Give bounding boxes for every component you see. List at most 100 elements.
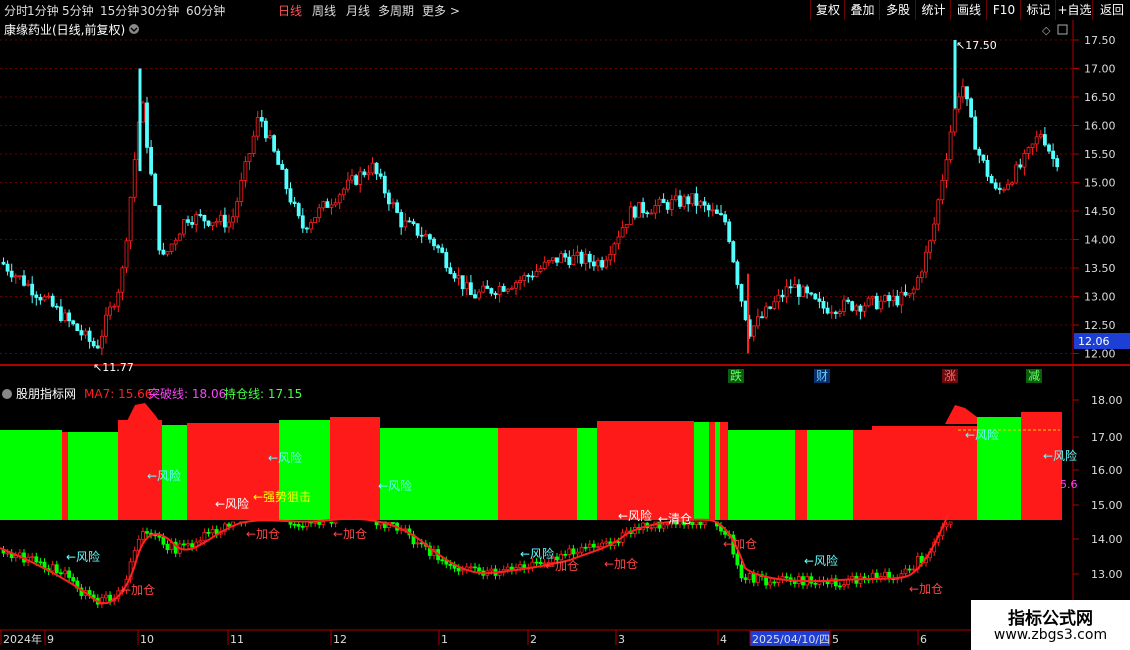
- indicator-candle-body: [227, 523, 231, 527]
- toolbar-action-2[interactable]: 多股: [879, 0, 916, 20]
- candle-body: [514, 282, 518, 289]
- period-tab-7[interactable]: 周线: [312, 2, 336, 19]
- event-marker-label[interactable]: 跌: [730, 368, 742, 383]
- indicator-candle-body: [391, 522, 395, 524]
- candle-body: [296, 203, 301, 217]
- indicator-candle-body: [575, 551, 580, 555]
- toolbar-action-0[interactable]: 复权: [810, 0, 845, 20]
- low-price-annotation: ↖11.77: [93, 361, 134, 374]
- period-tab-2[interactable]: 5分钟: [62, 2, 94, 19]
- add-label: ←加仓: [121, 583, 155, 597]
- period-tab-10[interactable]: 更多 >: [422, 2, 460, 19]
- candle-body: [313, 217, 318, 224]
- candle-body: [280, 164, 285, 170]
- break-line-label: 突破线: 18.06: [148, 386, 226, 401]
- add-label: ←加仓: [333, 527, 367, 541]
- candle-body: [358, 171, 363, 185]
- indicator-dropdown-icon[interactable]: [2, 389, 12, 399]
- toolbar-action-7[interactable]: +自选: [1055, 0, 1093, 20]
- event-marker-label[interactable]: 减: [1028, 369, 1040, 383]
- indicator-candle-body: [772, 581, 777, 584]
- candle-body: [112, 305, 117, 308]
- period-tab-5[interactable]: 60分钟: [186, 2, 225, 19]
- date-tick-label: 11: [230, 633, 244, 646]
- risk-label: ←风险: [215, 496, 249, 511]
- period-tab-4[interactable]: 30分钟: [140, 2, 179, 19]
- indicator-candle-body: [604, 541, 609, 544]
- diamond-icon[interactable]: ◇: [1042, 24, 1051, 37]
- indicator-candle-body: [157, 535, 162, 538]
- toolbar-action-5[interactable]: F10: [986, 0, 1021, 20]
- main-chart-title: 康缘药业(日线,前复权): [4, 22, 125, 37]
- event-marker-label[interactable]: 财: [816, 369, 828, 383]
- period-tab-6[interactable]: 日线: [278, 2, 302, 19]
- candle-body: [936, 199, 941, 225]
- candle-body: [887, 295, 891, 302]
- candle-body: [833, 311, 838, 315]
- indicator-candle-body: [592, 543, 596, 548]
- candle-body: [1006, 183, 1010, 190]
- toolbar-action-8[interactable]: 返回: [1092, 0, 1130, 20]
- date-tick-label: 1: [441, 633, 448, 646]
- candle-body: [715, 209, 719, 214]
- event-marker-label[interactable]: 涨: [944, 368, 956, 383]
- indicator-candle-body: [468, 566, 473, 569]
- risk-label: ←风险: [378, 478, 412, 493]
- indicator-candle-body: [948, 521, 953, 525]
- indicator-candle-body: [518, 564, 522, 568]
- period-tab-0[interactable]: 分时: [4, 2, 28, 19]
- period-tab-8[interactable]: 月线: [346, 2, 370, 19]
- candle-body: [309, 222, 313, 230]
- indicator-band: [330, 417, 380, 520]
- candle-body: [468, 282, 473, 296]
- toolbar-action-6[interactable]: 标记: [1020, 0, 1056, 20]
- indicator-candle-body: [333, 521, 338, 524]
- candle-body: [370, 162, 375, 174]
- date-tick-label: 2: [530, 633, 537, 646]
- candle-body: [772, 301, 777, 309]
- date-tick-label: 2024年: [3, 632, 42, 646]
- period-tab-9[interactable]: 多周期: [378, 2, 414, 19]
- indicator-candle-body: [735, 553, 740, 566]
- indicator-candle-body: [460, 569, 465, 572]
- indicator-candle-body: [63, 570, 67, 575]
- candle-body: [530, 275, 535, 278]
- candle-body: [464, 282, 469, 290]
- candle-body: [710, 209, 715, 212]
- candle-body: [161, 249, 166, 255]
- date-tick-label: 9: [47, 633, 54, 646]
- toolbar-action-3[interactable]: 统计: [915, 0, 951, 20]
- candle-body: [768, 306, 773, 309]
- candle-body: [79, 330, 84, 336]
- candle-body: [276, 150, 281, 165]
- indicator-band: [795, 430, 807, 520]
- candle-body: [862, 305, 867, 312]
- toolbar-action-4[interactable]: 画线: [950, 0, 987, 20]
- add-label: ←加仓: [246, 527, 280, 541]
- candle-body: [809, 292, 814, 295]
- candle-body: [624, 224, 629, 229]
- candle-body: [920, 271, 924, 278]
- indicator-band: [68, 432, 118, 520]
- stock-chart[interactable]: ←风险←风险←风险←风险←风险←风险 ←风险←风险←风险←风险←强势狙击←清仓←加…: [0, 20, 1130, 650]
- candle-body: [735, 261, 740, 285]
- period-tab-3[interactable]: 15分钟: [100, 2, 139, 19]
- title-dropdown-icon[interactable]: [129, 24, 139, 34]
- candle-body: [665, 202, 670, 210]
- candle-body: [952, 108, 957, 133]
- candle-body: [977, 148, 982, 156]
- candle-body: [304, 227, 309, 230]
- candle-body: [214, 220, 219, 224]
- candle-body: [903, 291, 908, 296]
- candle-body: [34, 294, 39, 298]
- toolbar-action-1[interactable]: 叠加: [844, 0, 880, 20]
- indicator-candle-body: [874, 572, 879, 579]
- candle-body: [481, 285, 486, 293]
- candle-body: [1, 261, 6, 265]
- indicator-candle-body: [883, 571, 887, 577]
- period-tab-1[interactable]: 1分钟: [27, 2, 59, 19]
- indicator-tick-label: 15.00: [1091, 499, 1123, 512]
- indicator-band: [715, 422, 720, 520]
- candle-body: [993, 182, 998, 189]
- candle-body: [940, 179, 945, 201]
